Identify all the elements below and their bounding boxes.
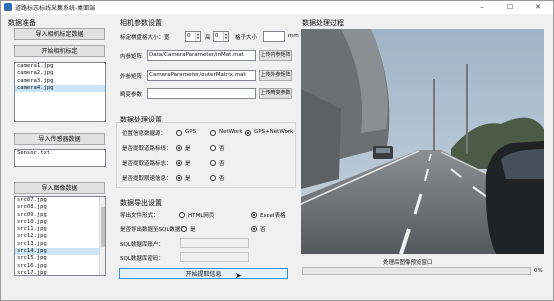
image-file-list[interactable]: src07.jpg src08.jpg src09.jpg src10.jpg src1… xyxy=(14,196,106,276)
markings-yes-label: 是 xyxy=(185,146,191,152)
image-list-scrollbar[interactable] xyxy=(99,197,105,275)
maximize-button[interactable]: ☐ xyxy=(499,1,521,14)
list-item[interactable]: src14.jpg xyxy=(15,248,105,256)
square-size-label: 格子大小 xyxy=(235,35,258,41)
start-extraction-button[interactable]: 开始提取信息 xyxy=(119,268,288,279)
speed-no-label: 否 xyxy=(219,176,225,182)
board-height-spinbox[interactable]: 0 ▲ ▼ xyxy=(213,31,229,42)
signs-no-radio[interactable] xyxy=(210,160,216,166)
list-item[interactable]: camera2.jpg xyxy=(15,70,105,77)
preview-caption: 处理后图像预览窗口 xyxy=(383,260,433,266)
image-preview xyxy=(301,29,544,254)
speed-no-radio[interactable] xyxy=(210,175,216,181)
scrollbar-thumb[interactable] xyxy=(101,207,105,247)
markings-no-radio[interactable] xyxy=(210,145,216,151)
list-item[interactable]: camera4.jpg xyxy=(15,84,105,93)
app-icon xyxy=(4,3,12,11)
list-item[interactable]: src17.jpg xyxy=(15,270,105,275)
upload-distortion-button[interactable]: 上传畸变参数 xyxy=(259,88,292,99)
list-item[interactable]: src09.jpg xyxy=(15,212,105,219)
list-item[interactable]: src11.jpg xyxy=(15,226,105,233)
progress-text: 0% xyxy=(534,268,543,274)
extract-speed-label: 是否提取限速信息： xyxy=(122,176,172,182)
sql-password-input[interactable] xyxy=(180,252,249,262)
gps-network-label: GPS+NetWork xyxy=(254,129,294,135)
board-size-label: 标定棋盘格大小：宽 xyxy=(120,35,170,41)
sql-export-label: 是否导出数据至SQL数据库 xyxy=(120,227,186,233)
start-calibration-button[interactable]: 开始相机标定 xyxy=(14,45,105,57)
preview-title: 数据处理过程 xyxy=(302,19,344,27)
board-height-value: 0 xyxy=(215,33,219,39)
extract-markings-label: 是否提取道路标线： xyxy=(122,146,172,152)
intrinsic-path-input[interactable]: Data/CameraParameter/inMat.mat xyxy=(147,50,256,61)
network-radio[interactable] xyxy=(210,130,216,136)
list-item[interactable]: camera1.jpg xyxy=(15,63,105,70)
gps-label: GPS xyxy=(185,129,197,135)
import-calibration-button[interactable]: 导入相机标定数据 xyxy=(14,28,105,40)
mouse-cursor-icon: ➤ xyxy=(235,271,242,280)
signs-yes-label: 是 xyxy=(185,161,191,167)
window-title: 道路标志标线采集系统-桌面端 xyxy=(15,5,96,12)
gps-radio[interactable] xyxy=(176,130,182,136)
height-label: 高 xyxy=(205,35,211,41)
extract-signs-label: 是否提取道路标志： xyxy=(122,161,172,167)
distortion-path-input[interactable] xyxy=(147,88,256,99)
html-label: HTML网页 xyxy=(188,213,215,219)
gps-network-radio[interactable] xyxy=(245,130,251,136)
markings-yes-radio[interactable] xyxy=(176,145,182,151)
speed-yes-label: 是 xyxy=(185,176,191,182)
signs-yes-radio[interactable] xyxy=(176,160,182,166)
sql-account-label: SQL数据库账户： xyxy=(120,242,164,248)
list-item[interactable]: Sensor.txt xyxy=(15,150,105,157)
sql-password-label: SQL数据库密码： xyxy=(120,256,164,262)
spin-arrows-icon[interactable]: ▲ ▼ xyxy=(223,32,228,41)
title-bar: 道路标志标线采集系统-桌面端 – ☐ ✕ xyxy=(1,1,553,14)
camera-settings-title: 相机参数设置 xyxy=(120,19,162,27)
minimize-button[interactable]: – xyxy=(471,1,493,14)
main-window: 道路标志标线采集系统-桌面端 – ☐ ✕ 数据准备 导入相机标定数据 开始相机标… xyxy=(0,0,554,301)
upload-intrinsic-button[interactable]: 上传内参矩阵 xyxy=(259,50,292,61)
intrinsic-label: 内参矩阵 xyxy=(120,54,143,60)
list-item[interactable]: src13.jpg xyxy=(15,241,105,248)
board-width-spinbox[interactable]: 0 ▲ ▼ xyxy=(185,31,201,42)
list-item[interactable]: src15.jpg xyxy=(15,255,105,262)
signs-no-label: 否 xyxy=(219,161,225,167)
extrinsic-label: 外参矩阵 xyxy=(120,74,143,80)
location-source-label: 位置信息数据源： xyxy=(122,131,167,137)
upload-extrinsic-button[interactable]: 上传外参矩阵 xyxy=(259,70,292,81)
sql-account-input[interactable] xyxy=(180,238,249,248)
camera-file-list[interactable]: camera1.jpg camera2.jpg camera3.jpg camera4… xyxy=(14,62,106,122)
sensor-file-list[interactable]: Sensor.txt xyxy=(14,149,106,167)
speed-yes-radio[interactable] xyxy=(176,175,182,181)
extrinsic-path-input[interactable]: CameraParameter/outerMatrix.mat xyxy=(147,70,256,81)
list-item[interactable]: src10.jpg xyxy=(15,219,105,226)
road-scene-image xyxy=(301,29,544,254)
list-item[interactable]: src12.jpg xyxy=(15,233,105,240)
import-sensor-button[interactable]: 导入传感器数据 xyxy=(14,133,105,145)
close-button[interactable]: ✕ xyxy=(527,1,549,14)
spin-arrows-icon[interactable]: ▲ ▼ xyxy=(195,32,200,41)
square-unit-label: mm xyxy=(288,33,299,39)
list-item[interactable]: camera3.jpg xyxy=(15,78,105,85)
excel-label: Excel表格 xyxy=(260,213,286,219)
board-width-value: 0 xyxy=(187,33,191,39)
list-item[interactable]: src08.jpg xyxy=(15,204,105,211)
sql-yes-radio[interactable] xyxy=(181,226,187,232)
excel-radio[interactable] xyxy=(251,212,257,218)
data-prep-title: 数据准备 xyxy=(8,19,36,27)
markings-no-label: 否 xyxy=(219,146,225,152)
list-item[interactable]: src07.jpg xyxy=(15,197,105,204)
html-radio[interactable] xyxy=(179,212,185,218)
list-item[interactable]: src16.jpg xyxy=(15,263,105,270)
progress-bar xyxy=(302,267,531,275)
sql-no-radio[interactable] xyxy=(251,226,257,232)
export-settings-title: 数据导出设置 xyxy=(120,199,162,207)
sql-no-label: 否 xyxy=(260,227,266,233)
export-format-label: 导出文件形式： xyxy=(120,213,159,219)
square-size-input[interactable] xyxy=(263,31,285,42)
sql-yes-label: 是 xyxy=(190,227,196,233)
network-label: NetWork xyxy=(219,129,243,135)
distortion-label: 畸变参数 xyxy=(120,92,143,98)
import-image-button[interactable]: 导入图像数据 xyxy=(14,182,105,194)
